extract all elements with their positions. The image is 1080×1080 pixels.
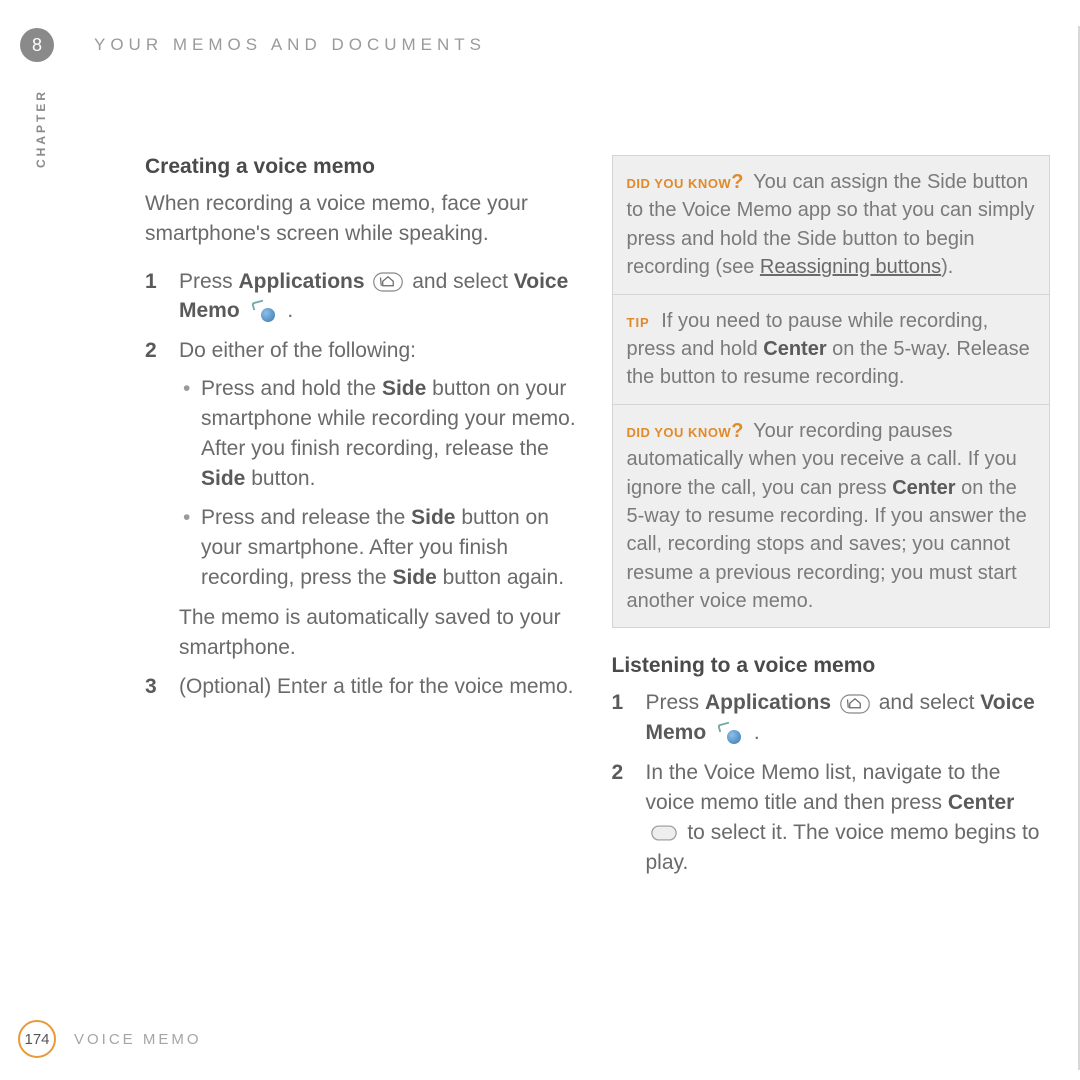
footer-title: VOICE MEMO [74,1031,202,1048]
step-2: 2 Do either of the following: Press and … [145,336,584,662]
tag-text: DID YOU KNOW [627,176,732,191]
question-mark-icon: ? [731,420,744,442]
step-number: 2 [145,336,179,662]
voice-memo-icon [714,722,746,746]
step-body: Do either of the following: Press and ho… [179,336,584,662]
question-mark-icon: ? [731,171,744,193]
bullet-list: Press and hold the Side button on your s… [179,374,584,593]
callout-group: DID YOU KNOW? You can assign the Side bu… [612,155,1051,628]
text: and select [879,691,981,714]
text: button. [245,467,315,490]
text: Press and hold the [201,377,382,400]
home-icon [839,692,871,716]
did-you-know-tag: DID YOU KNOW? [627,176,744,191]
step-number: 1 [145,267,179,327]
text: Do either of the following: [179,339,416,362]
link-reassigning-buttons[interactable]: Reassigning buttons [760,256,941,278]
step-body: Press Applications and select Voice Memo… [646,688,1051,748]
step-number: 3 [145,672,179,702]
step-body: (Optional) Enter a title for the voice m… [179,672,584,702]
step-3: 3 (Optional) Enter a title for the voice… [145,672,584,702]
label-applications: Applications [705,691,831,714]
text: and select [412,270,514,293]
content-columns: Creating a voice memo When recording a v… [145,155,1050,887]
text: ). [941,256,953,278]
label-side: Side [411,506,455,529]
text: . [748,721,760,744]
text: Press [646,691,706,714]
voice-memo-icon [248,300,280,324]
left-column: Creating a voice memo When recording a v… [145,155,584,887]
text: Press and release the [201,506,411,529]
section-title-creating: Creating a voice memo [145,155,584,179]
text: button again. [437,566,564,589]
label-center: Center [892,477,955,499]
bullet-item: Press and hold the Side button on your s… [179,374,584,493]
callout-did-you-know-1: DID YOU KNOW? You can assign the Side bu… [613,156,1050,294]
text: . [282,299,294,322]
text: to select it. The voice memo begins to p… [646,821,1040,874]
step-body: In the Voice Memo list, navigate to the … [646,758,1051,877]
steps-listening: 1 Press Applications and select Voice Me… [612,688,1051,877]
step-1: 1 Press Applications and select Voice Me… [145,267,584,327]
right-column: DID YOU KNOW? You can assign the Side bu… [612,155,1051,887]
center-button-icon [648,821,680,845]
bullet-item: Press and release the Side button on you… [179,503,584,592]
did-you-know-tag: DID YOU KNOW? [627,425,744,440]
label-center: Center [948,791,1015,814]
steps-creating: 1 Press Applications and select Voice Me… [145,267,584,703]
step-2: 2 In the Voice Memo list, navigate to th… [612,758,1051,877]
label-side: Side [392,566,436,589]
tip-tag: TIP [627,315,650,330]
step-number: 1 [612,688,646,748]
chapter-number-badge: 8 [20,28,54,62]
text: Press [179,270,239,293]
callout-did-you-know-2: DID YOU KNOW? Your recording pauses auto… [613,404,1050,628]
label-side: Side [201,467,245,490]
step-1: 1 Press Applications and select Voice Me… [612,688,1051,748]
text-saved: The memo is automatically saved to your … [179,603,584,663]
intro-text: When recording a voice memo, face your s… [145,189,584,249]
page-footer: 174 VOICE MEMO [18,1020,202,1058]
home-icon [372,270,404,294]
label-side: Side [382,377,426,400]
page-header: 8 YOUR MEMOS AND DOCUMENTS [20,28,486,62]
tag-text: DID YOU KNOW [627,425,732,440]
chapter-side-label: CHAPTER [34,89,48,168]
step-number: 2 [612,758,646,877]
label-center: Center [763,338,826,360]
page-number-badge: 174 [18,1020,56,1058]
callout-tip: TIP If you need to pause while recording… [613,294,1050,404]
section-title-listening: Listening to a voice memo [612,654,1051,678]
header-title: YOUR MEMOS AND DOCUMENTS [94,35,486,55]
step-body: Press Applications and select Voice Memo… [179,267,584,327]
label-applications: Applications [239,270,365,293]
